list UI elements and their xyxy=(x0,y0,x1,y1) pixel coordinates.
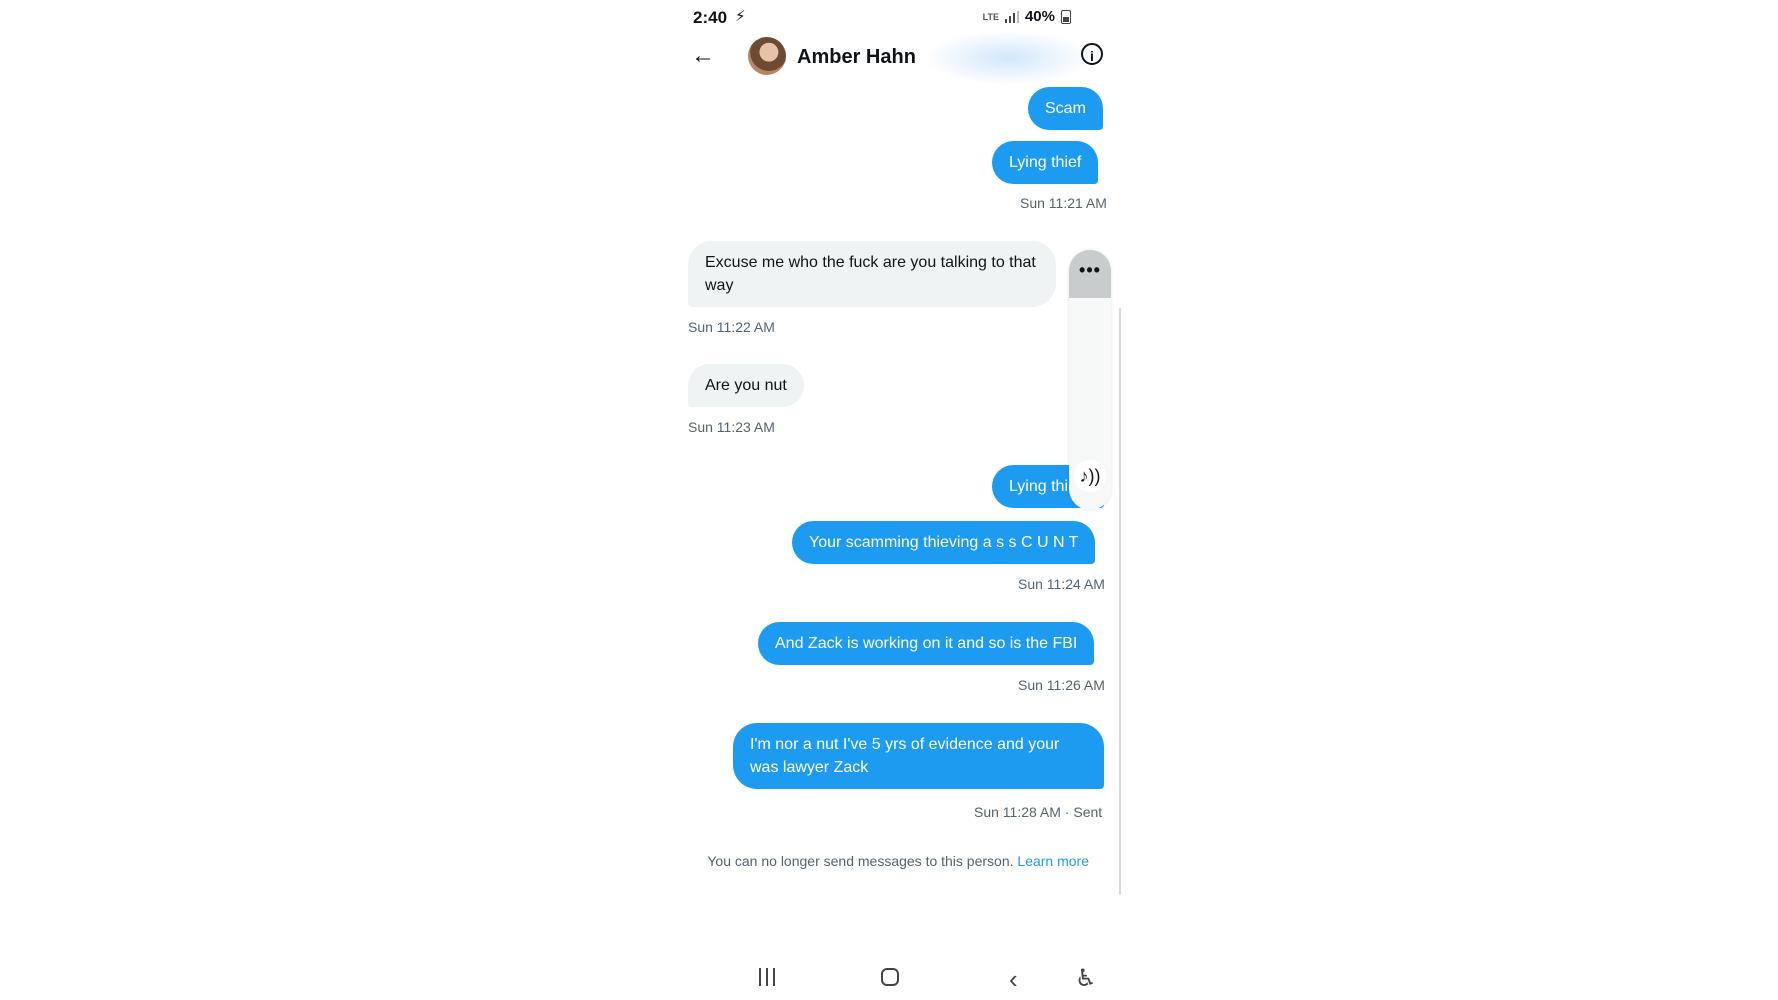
text-to-speech-icon[interactable]: ♪)) xyxy=(1074,460,1106,492)
signal-icon xyxy=(1004,10,1019,23)
message-bubble[interactable]: Scam xyxy=(1028,87,1103,130)
message-bubble[interactable]: Excuse me who the fuck are you talking t… xyxy=(688,241,1056,307)
conversation-header: ← Amber Hahn i xyxy=(683,28,1113,86)
message-bubble[interactable]: I'm nor a nut I've 5 yrs of evidence and… xyxy=(733,723,1104,789)
recents-icon[interactable] xyxy=(759,968,775,986)
battery-percent: 40% xyxy=(1024,8,1055,25)
message-timestamp: Sun 11:23 AM xyxy=(688,419,775,435)
nav-back-icon[interactable]: ‹ xyxy=(1009,964,1018,995)
message-timestamp: Sun 11:21 AM xyxy=(1020,195,1107,211)
home-icon[interactable] xyxy=(881,968,899,986)
avatar[interactable] xyxy=(748,37,786,75)
blocked-notice: You can no longer send messages to this … xyxy=(683,853,1089,869)
message-bubble[interactable]: And Zack is working on it and so is the … xyxy=(758,622,1095,665)
message-timestamp: Sun 11:22 AM xyxy=(688,319,775,335)
message-timestamp: Sun 11:24 AM xyxy=(1018,576,1105,592)
header-glow xyxy=(923,30,1093,86)
arrow-left-icon[interactable]: ← xyxy=(687,40,719,72)
info-icon[interactable]: i xyxy=(1081,43,1103,65)
more-options-icon[interactable]: ••• xyxy=(1069,250,1111,298)
network-label: LTE xyxy=(982,11,999,22)
accessibility-icon[interactable]: ♿ xyxy=(1075,964,1097,993)
learn-more-link[interactable]: Learn more xyxy=(1017,853,1089,869)
scrollbar[interactable] xyxy=(1119,308,1121,894)
message-bubble[interactable]: Your scamming thieving a s s C U N T xyxy=(792,521,1096,564)
message-timestamp: Sun 11:28 AM · Sent xyxy=(974,804,1103,820)
floating-toolbar: ••• ♪)) xyxy=(1069,250,1111,510)
status-bar: 2:40 ⚡ LTE 40% xyxy=(683,6,1113,30)
charging-icon: ⚡ xyxy=(735,8,746,25)
blocked-notice-text: You can no longer send messages to this … xyxy=(707,853,1014,869)
status-time: 2:40 xyxy=(693,8,728,27)
message-bubble[interactable]: Lying thief xyxy=(992,141,1099,184)
contact-name[interactable]: Amber Hahn xyxy=(797,46,916,69)
status-right: LTE 40% xyxy=(983,8,1071,25)
message-bubble[interactable]: Are you nut xyxy=(688,364,804,407)
battery-icon xyxy=(1061,9,1071,24)
message-timestamp: Sun 11:26 AM xyxy=(1018,677,1105,693)
system-nav-bar: ‹ ♿ xyxy=(683,960,1113,1000)
